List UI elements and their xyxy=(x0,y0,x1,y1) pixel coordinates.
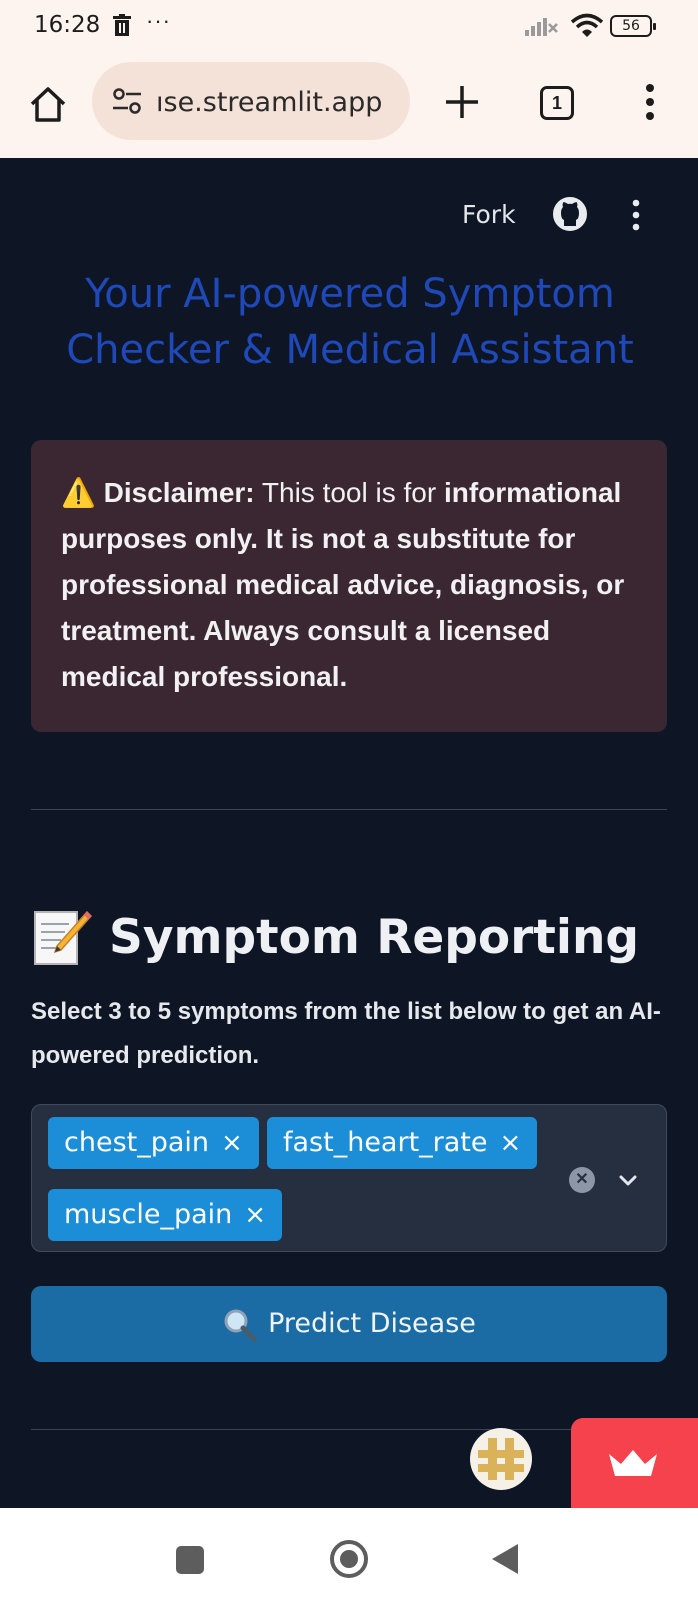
system-nav-bar xyxy=(0,1508,698,1600)
more-vert-icon[interactable] xyxy=(640,82,660,122)
fork-link[interactable]: Fork xyxy=(462,200,516,229)
symptom-chip[interactable]: fast_heart_rate × xyxy=(267,1117,538,1169)
chip-label: muscle_pain xyxy=(64,1199,233,1230)
plus-icon[interactable] xyxy=(442,82,482,122)
home-circle-icon[interactable] xyxy=(330,1540,368,1578)
address-bar[interactable]: ıse.streamlit.app xyxy=(92,62,410,140)
trash-icon xyxy=(113,14,131,36)
back-icon[interactable] xyxy=(492,1544,518,1574)
symptom-multiselect[interactable]: chest_pain × fast_heart_rate × muscle_pain… xyxy=(31,1104,667,1252)
memo-icon xyxy=(34,910,93,965)
chip-label: fast_heart_rate xyxy=(283,1127,488,1158)
section-title: Symptom Reporting xyxy=(109,909,640,965)
divider xyxy=(31,809,667,810)
remove-chip-icon[interactable]: × xyxy=(500,1128,522,1158)
avatar[interactable] xyxy=(470,1428,532,1490)
streamlit-badge[interactable] xyxy=(571,1418,698,1508)
signal-icon xyxy=(525,18,558,36)
status-bar: 16:28 ··· 56 xyxy=(0,0,698,52)
home-icon[interactable] xyxy=(26,82,70,126)
disclaimer-label: Disclaimer: xyxy=(103,477,255,508)
symptom-chip[interactable]: chest_pain × xyxy=(48,1117,259,1169)
more-vert-icon[interactable] xyxy=(626,198,646,232)
section-heading: Symptom Reporting xyxy=(31,906,639,968)
symptom-chip[interactable]: muscle_pain × xyxy=(48,1189,283,1241)
status-time: 16:28 xyxy=(34,12,101,38)
clear-icon[interactable]: ✕ xyxy=(569,1167,595,1193)
tab-switcher-icon[interactable]: 1 xyxy=(540,86,574,120)
instructions-text: Select 3 to 5 symptoms from the list bel… xyxy=(31,998,661,1069)
app-viewport: Fork Your AI-powered Symptom Checker & M… xyxy=(0,158,698,1508)
remove-chip-icon[interactable]: × xyxy=(221,1128,243,1158)
github-icon[interactable] xyxy=(552,196,588,232)
site-settings-icon[interactable] xyxy=(112,88,142,114)
chevron-down-icon[interactable] xyxy=(615,1167,641,1193)
battery-icon: 56 xyxy=(610,15,656,37)
predict-disease-button[interactable]: Predict Disease xyxy=(31,1286,667,1362)
predict-button-label: Predict Disease xyxy=(268,1308,476,1339)
warning-icon: ⚠️ xyxy=(61,477,96,508)
more-notifications-indicator: ··· xyxy=(146,8,171,33)
disclaimer-lead: This tool is for xyxy=(261,477,437,508)
crown-icon xyxy=(609,1450,657,1476)
wifi-icon xyxy=(570,13,604,37)
magnifier-icon xyxy=(224,1309,257,1341)
page-title: Your AI-powered Symptom Checker & Medica… xyxy=(66,271,634,373)
disclaimer-callout: ⚠️ Disclaimer: This tool is for informat… xyxy=(31,440,667,732)
chip-label: chest_pain xyxy=(64,1127,210,1158)
browser-toolbar: ıse.streamlit.app 1 xyxy=(0,52,698,158)
url-text: ıse.streamlit.app xyxy=(156,87,383,118)
recent-apps-icon[interactable] xyxy=(176,1546,204,1574)
disclaimer-text: informational purposes only. It is not a… xyxy=(61,477,625,692)
remove-chip-icon[interactable]: × xyxy=(244,1200,266,1230)
